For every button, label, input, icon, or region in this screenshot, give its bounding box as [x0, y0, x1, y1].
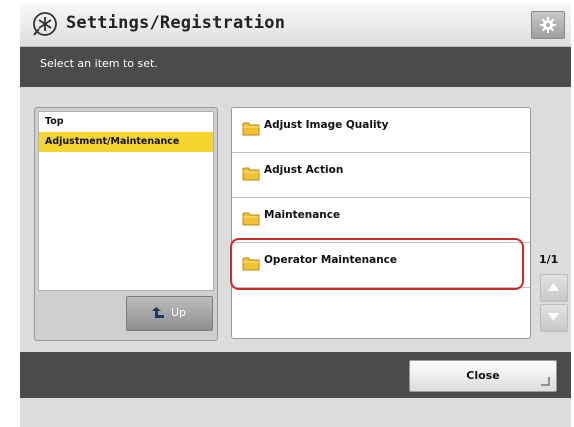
- scroll-up-button[interactable]: [540, 274, 568, 302]
- triangle-up-icon: [548, 283, 559, 291]
- list-item-adjust-image-quality[interactable]: Adjust Image Quality: [232, 108, 530, 153]
- highlight-ring: [230, 238, 524, 290]
- list-item-label: Adjust Action: [264, 164, 344, 176]
- title-bar: Settings/Registration: [20, 2, 571, 47]
- list-item-maintenance[interactable]: Maintenance: [232, 198, 530, 243]
- page-title: Settings/Registration: [66, 13, 286, 33]
- bottom-bar: Close: [20, 352, 571, 398]
- settings-registration-icon: [33, 12, 57, 36]
- instruction-bar: Select an item to set.: [20, 47, 571, 87]
- close-button[interactable]: Close: [409, 360, 557, 392]
- list-item-label: Adjust Image Quality: [264, 119, 389, 131]
- corner-mark-icon: [541, 377, 550, 386]
- gear-icon: [540, 17, 556, 33]
- instruction-text: Select an item to set.: [40, 57, 158, 70]
- folder-icon: [242, 212, 260, 226]
- up-button-label: Up: [171, 306, 187, 319]
- tree-item-adjustment-maintenance[interactable]: Adjustment/Maintenance: [39, 132, 213, 152]
- settings-registration-screen: Settings/Registration Select an item to …: [20, 2, 571, 427]
- close-button-label: Close: [466, 369, 500, 382]
- list-item-adjust-action[interactable]: Adjust Action: [232, 153, 530, 198]
- folder-icon: [242, 122, 260, 136]
- item-list: Adjust Image Quality Adjust Action Maint…: [231, 107, 531, 339]
- up-arrow-icon: [152, 307, 164, 318]
- tree-item-top[interactable]: Top: [39, 112, 213, 132]
- triangle-down-icon: [548, 313, 559, 321]
- tree-panel: Top Adjustment/Maintenance Up: [34, 107, 218, 341]
- tree-list: Top Adjustment/Maintenance: [38, 111, 214, 291]
- scroll-down-button[interactable]: [540, 304, 568, 332]
- page-indicator: 1/1: [539, 253, 559, 266]
- list-item-label: Maintenance: [264, 209, 341, 221]
- folder-icon: [242, 167, 260, 181]
- settings-button[interactable]: [531, 11, 565, 39]
- up-button[interactable]: Up: [126, 296, 213, 331]
